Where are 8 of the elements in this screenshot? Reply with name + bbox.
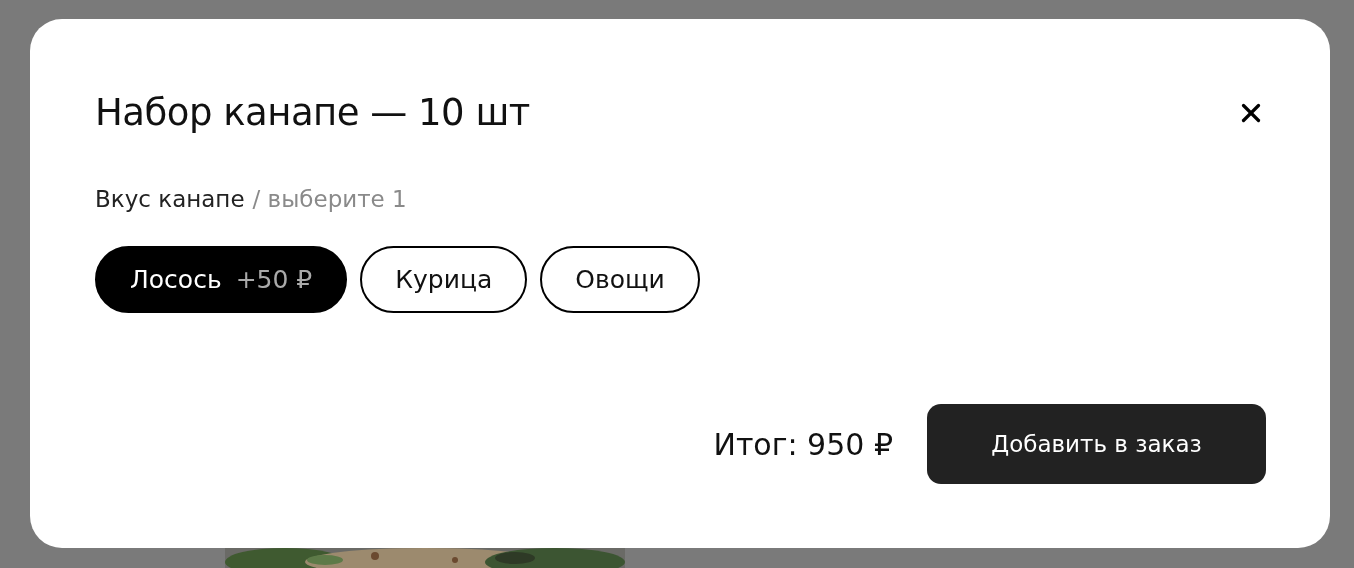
option-chip[interactable]: Овощи bbox=[540, 246, 700, 313]
order-total: Итог: 950 ₽ bbox=[713, 426, 893, 462]
option-chip[interactable]: Курица bbox=[360, 246, 528, 313]
option-chip[interactable]: Лосось +50 ₽ bbox=[95, 246, 348, 313]
dialog-title: Набор канапе — 10 шт bbox=[95, 91, 530, 134]
option-label: Вкус канапе bbox=[95, 186, 245, 212]
add-to-order-button[interactable]: Добавить в заказ bbox=[927, 404, 1266, 484]
option-hint: / выберите 1 bbox=[252, 186, 407, 212]
